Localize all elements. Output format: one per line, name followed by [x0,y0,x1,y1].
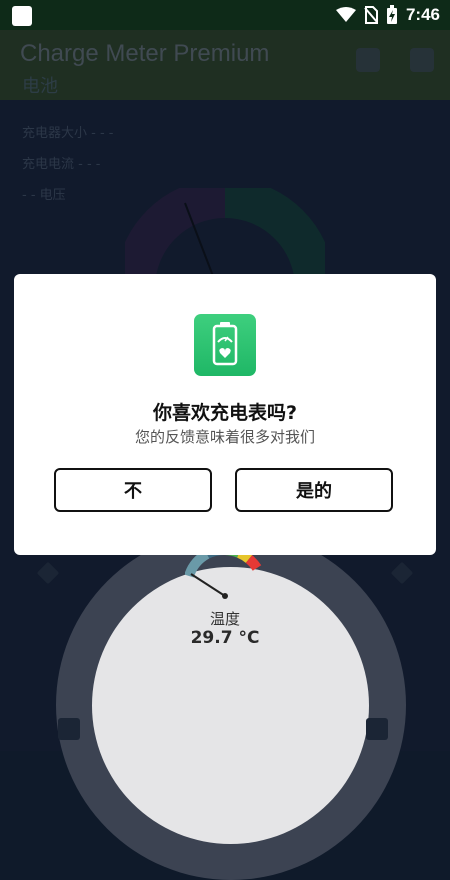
temperature-value: 29.7 °C [190,628,260,648]
yes-button[interactable]: 是的 [235,468,393,512]
bottom-right-icon[interactable] [366,718,388,740]
app-battery-icon [194,314,256,376]
status-time: 7:46 [405,5,440,24]
battery-charging-icon [386,5,397,24]
app-title: Charge Meter Premium [20,40,270,67]
temperature-gauge [185,548,262,599]
info-line-charger: 充电器大小 - - - [22,126,114,141]
battery-heart-icon [212,322,238,366]
info-line-current: 充电电流 - - - [22,157,101,172]
app-subtitle: 电池 [22,76,58,96]
share-icon[interactable] [356,48,380,72]
settings-icon[interactable] [410,48,434,72]
status-bar: 7:46 [0,0,450,30]
dialog-title: 你喜欢充电表吗? [152,402,298,424]
header-icons [356,48,434,72]
no-sim-icon [364,6,378,24]
notification-icon [12,6,32,26]
temperature-label: 温度 [209,610,240,628]
wifi-icon [335,7,356,22]
app-header: Charge Meter Premium 电池 [0,30,450,100]
info-lines: 充电器大小 - - - 充电电流 - - - - - 电压 [22,122,113,215]
info-line-voltage: - - 电压 [22,188,66,203]
rating-dialog: 你喜欢充电表吗? 您的反馈意味着很多对我们 不 是的 [14,274,436,555]
dialog-subtitle: 您的反馈意味着很多对我们 [134,428,315,446]
bottom-left-icon[interactable] [58,718,80,740]
status-icons: 7:46 [335,5,440,25]
no-button[interactable]: 不 [54,468,212,512]
